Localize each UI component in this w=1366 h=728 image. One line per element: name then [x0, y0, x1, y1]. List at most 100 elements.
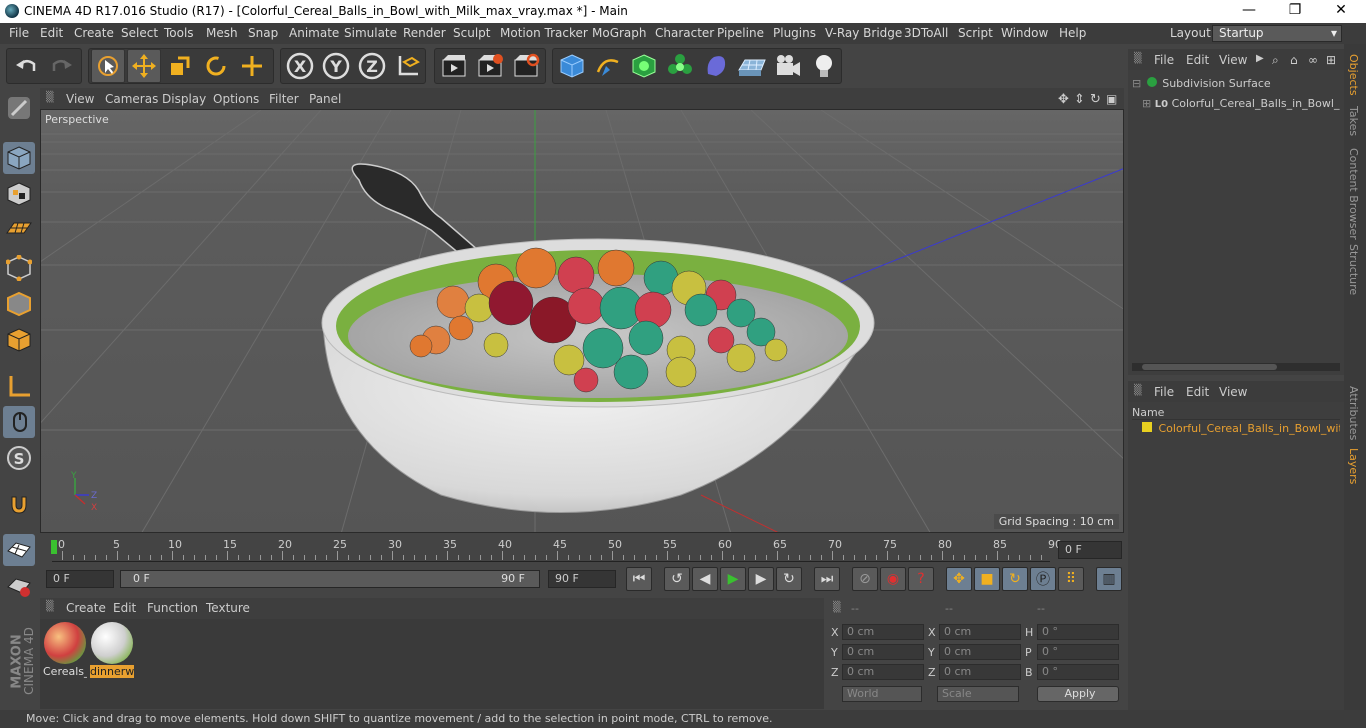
- viewport-menu-panel[interactable]: Panel: [309, 92, 341, 106]
- model-mode-icon[interactable]: [3, 142, 35, 174]
- menu-simulate[interactable]: Simulate: [344, 26, 397, 40]
- position-x-field[interactable]: 0 cm: [842, 624, 924, 640]
- menu-edit[interactable]: Edit: [40, 26, 63, 40]
- axis-mode-icon[interactable]: [3, 370, 35, 402]
- perspective-viewport[interactable]: Y Z X Perspective Grid Spacing : 10 cm: [40, 109, 1124, 533]
- coordinate-mode-select[interactable]: World: [842, 686, 922, 702]
- rotation-h-field[interactable]: 0 °: [1037, 624, 1119, 640]
- key-position-icon[interactable]: ✥: [946, 567, 972, 591]
- pen-spline-icon[interactable]: [591, 49, 625, 83]
- tab-structure[interactable]: Structure: [1347, 244, 1360, 295]
- material-menu-edit[interactable]: Edit: [113, 601, 136, 615]
- menu-3dtoall[interactable]: 3DToAll: [904, 26, 948, 40]
- menu-script[interactable]: Script: [958, 26, 993, 40]
- end-frame-field[interactable]: 90 F: [548, 570, 616, 588]
- render-to-picture-viewer-icon[interactable]: [473, 49, 507, 83]
- search-icon[interactable]: ⌕: [1272, 53, 1279, 68]
- position-y-field[interactable]: 0 cm: [842, 644, 924, 660]
- object-tree-row[interactable]: ⊞ L0 Colorful_Cereal_Balls_in_Bowl_w: [1142, 97, 1340, 113]
- menu-overflow-icon[interactable]: ▶: [1256, 53, 1264, 64]
- object-menu-view[interactable]: View: [1219, 53, 1247, 67]
- go-to-start-icon[interactable]: ⏮: [626, 567, 652, 591]
- viewport-zoom-icon[interactable]: ⇕: [1074, 92, 1085, 107]
- menu-help[interactable]: Help: [1059, 26, 1086, 40]
- size-x-field[interactable]: 0 cm: [939, 624, 1021, 640]
- tweak-mode-icon[interactable]: [3, 406, 35, 438]
- current-frame-field[interactable]: 0 F: [1058, 541, 1122, 559]
- material-menu-function[interactable]: Function: [147, 601, 198, 615]
- key-scale-icon[interactable]: ■: [974, 567, 1000, 591]
- cloner-icon[interactable]: [663, 49, 697, 83]
- layer-menu-view[interactable]: View: [1219, 385, 1247, 399]
- previous-frame-icon[interactable]: ◀: [692, 567, 718, 591]
- menu-window[interactable]: Window: [1001, 26, 1048, 40]
- move-tool-icon[interactable]: [127, 49, 161, 83]
- render-view-icon[interactable]: [437, 49, 471, 83]
- edges-mode-icon[interactable]: [3, 288, 35, 320]
- frame-range-slider[interactable]: 0 F 90 F: [120, 570, 540, 588]
- material-swatch[interactable]: Cereals_: [43, 621, 87, 679]
- previous-key-icon[interactable]: ↺: [664, 567, 690, 591]
- menu-render[interactable]: Render: [403, 26, 446, 40]
- workplane-mode-icon[interactable]: [3, 214, 35, 246]
- viewport-menu-display[interactable]: Display: [162, 92, 206, 106]
- maximize-button[interactable]: ❐: [1272, 0, 1318, 23]
- rotation-b-field[interactable]: 0 °: [1037, 664, 1119, 680]
- timeline-window-icon[interactable]: ▥: [1096, 567, 1122, 591]
- object-menu-edit[interactable]: Edit: [1186, 53, 1209, 67]
- undo-icon[interactable]: [9, 49, 43, 83]
- tab-objects[interactable]: Objects: [1347, 54, 1360, 96]
- tab-layers[interactable]: Layers: [1347, 448, 1360, 484]
- size-y-field[interactable]: 0 cm: [939, 644, 1021, 660]
- home-icon[interactable]: ⌂: [1290, 53, 1298, 67]
- material-swatch[interactable]: dinnerw: [90, 621, 134, 679]
- menu-snap[interactable]: Snap: [248, 26, 278, 40]
- key-rotation-icon[interactable]: ↻: [1002, 567, 1028, 591]
- menu-animate[interactable]: Animate: [289, 26, 339, 40]
- render-settings-icon[interactable]: [509, 49, 543, 83]
- snap-magnet-icon[interactable]: [3, 488, 35, 520]
- material-menu-texture[interactable]: Texture: [206, 601, 250, 615]
- polygons-mode-icon[interactable]: [3, 324, 35, 356]
- layer-menu-edit[interactable]: Edit: [1186, 385, 1209, 399]
- tab-content-browser[interactable]: Content Browser: [1347, 148, 1360, 240]
- close-button[interactable]: ✕: [1318, 0, 1364, 23]
- viewport-toggle-icon[interactable]: ▣: [1106, 92, 1117, 106]
- menu-pipeline[interactable]: Pipeline: [717, 26, 764, 40]
- menu-mesh[interactable]: Mesh: [206, 26, 238, 40]
- workplane-snap-icon[interactable]: [3, 570, 35, 602]
- apply-button[interactable]: Apply: [1037, 686, 1119, 702]
- menu-create[interactable]: Create: [74, 26, 114, 40]
- texture-mode-icon[interactable]: [3, 178, 35, 210]
- cube-primitive-icon[interactable]: [555, 49, 589, 83]
- viewport-pan-icon[interactable]: ✥: [1058, 92, 1069, 107]
- viewport-menu-options[interactable]: Options: [213, 92, 259, 106]
- tab-takes[interactable]: Takes: [1347, 106, 1360, 136]
- points-mode-icon[interactable]: [3, 252, 35, 284]
- menu-character[interactable]: Character: [655, 26, 714, 40]
- menu-file[interactable]: File: [9, 26, 29, 40]
- scale-tool-icon[interactable]: [163, 49, 197, 83]
- object-menu-file[interactable]: File: [1154, 53, 1174, 67]
- rotation-p-field[interactable]: 0 °: [1037, 644, 1119, 660]
- subdivision-surface-icon[interactable]: [627, 49, 661, 83]
- live-selection-icon[interactable]: [91, 49, 125, 83]
- menu-tools[interactable]: Tools: [164, 26, 194, 40]
- key-parameter-icon[interactable]: Ⓟ: [1030, 567, 1056, 591]
- enable-snap-icon[interactable]: [3, 534, 35, 566]
- menu-plugins[interactable]: Plugins: [773, 26, 816, 40]
- position-z-field[interactable]: 0 cm: [842, 664, 924, 680]
- link-icon[interactable]: ∞: [1308, 53, 1318, 67]
- autokey-icon[interactable]: ◉: [880, 567, 906, 591]
- coordinate-system-icon[interactable]: [391, 49, 425, 83]
- scale-mode-select[interactable]: Scale: [937, 686, 1019, 702]
- light-icon[interactable]: [807, 49, 841, 83]
- timeline-playhead[interactable]: [51, 540, 57, 554]
- next-key-icon[interactable]: ↻: [776, 567, 802, 591]
- play-forward-icon[interactable]: ▶: [720, 567, 746, 591]
- material-menu-create[interactable]: Create: [66, 601, 106, 615]
- menu-sculpt[interactable]: Sculpt: [453, 26, 490, 40]
- redo-icon[interactable]: [45, 49, 79, 83]
- go-to-end-icon[interactable]: ⏭: [814, 567, 840, 591]
- camera-icon[interactable]: [771, 49, 805, 83]
